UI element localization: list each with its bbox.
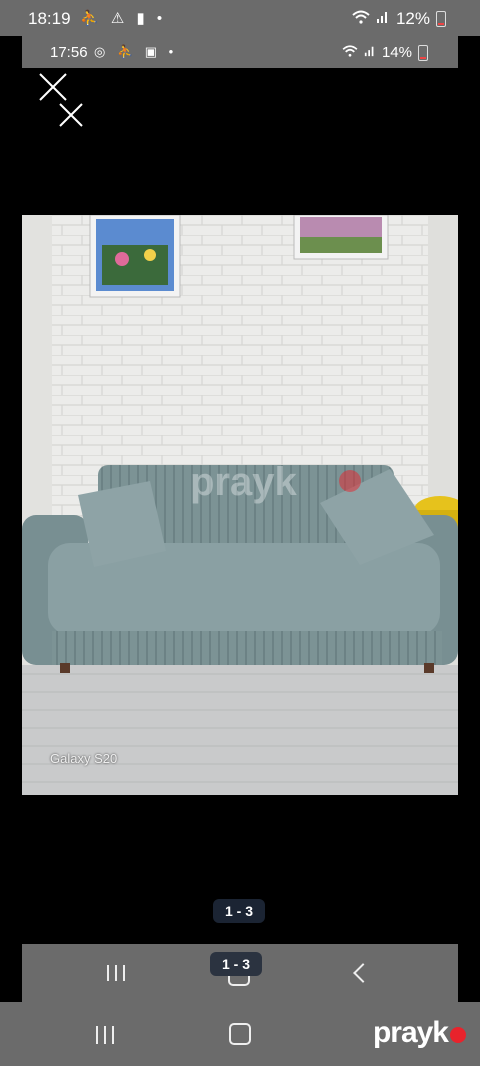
inner-status-right: 14% <box>342 44 428 61</box>
back-icon[interactable] <box>353 963 373 983</box>
photo-watermark: prayk <box>190 460 297 504</box>
inner-notification-icons: ◎ ⛹ ▣ • <box>94 44 178 59</box>
status-time: 18:19 <box>28 9 71 28</box>
inner-status-time: 17:56 <box>50 44 88 61</box>
battery-icon <box>436 11 446 27</box>
notification-icons: ⛹ ⚠ ▮ • <box>80 10 167 27</box>
inner-status-bar: 17:56 ◎ ⛹ ▣ • 14% <box>22 36 458 68</box>
signal-icon <box>364 44 376 61</box>
logo-text: prayk <box>372 1016 449 1049</box>
status-right: 12% <box>352 9 446 29</box>
logo-dot <box>450 1027 466 1043</box>
image-counter: 1 - 3 <box>213 899 265 923</box>
camera-label: Galaxy S20 <box>50 751 118 766</box>
prayko-logo: prayk <box>373 1016 466 1050</box>
inner-status-battery-text: 14% <box>381 44 412 61</box>
wifi-icon <box>342 44 358 61</box>
recents-icon[interactable] <box>96 1026 114 1044</box>
listing-photo[interactable]: prayk <box>22 215 458 795</box>
image-counter-inner: 1 - 3 <box>210 952 262 976</box>
wifi-icon <box>352 9 370 29</box>
home-icon[interactable] <box>229 1023 251 1045</box>
recents-icon[interactable] <box>107 965 125 981</box>
status-bar: 18:19 ⛹ ⚠ ▮ • 12% <box>0 0 480 36</box>
battery-icon <box>418 44 428 61</box>
close-icon[interactable] <box>38 72 86 128</box>
sofa-photo-illustration: prayk <box>22 215 458 795</box>
status-battery-text: 12% <box>395 9 430 28</box>
signal-icon <box>376 9 390 29</box>
